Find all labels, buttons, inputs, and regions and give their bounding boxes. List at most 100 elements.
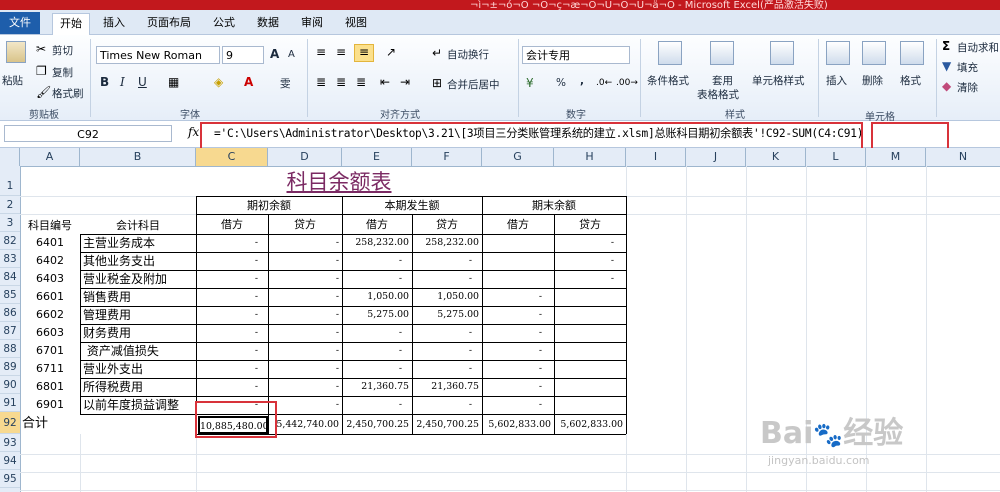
cell-account-code[interactable]: 6701 [20, 342, 80, 360]
cell-closing-debit[interactable] [482, 252, 554, 270]
cell-opening-debit[interactable]: - [196, 396, 268, 414]
cell-closing-credit[interactable]: - [554, 234, 626, 252]
header-account-name: 会计科目 [116, 219, 160, 232]
cell-opening-credit[interactable]: - [268, 252, 342, 270]
cell-opening-credit[interactable]: - [268, 306, 342, 324]
total-label[interactable]: 合计 [20, 414, 80, 434]
cell-account-name[interactable]: 以前年度损益调整 [80, 396, 210, 414]
cell-account-code[interactable]: 6901 [20, 396, 80, 414]
cell-closing-credit[interactable]: - [554, 270, 626, 288]
cell-opening-credit[interactable]: - [268, 270, 342, 288]
table-border [626, 196, 627, 434]
cell-current-credit[interactable]: - [412, 342, 482, 360]
cell-opening-debit[interactable]: - [196, 360, 268, 378]
cell-closing-debit[interactable]: - [482, 396, 554, 414]
cell-closing-credit[interactable] [554, 342, 626, 360]
watermark-url: jingyan.baidu.com [768, 454, 870, 467]
cell-account-name[interactable]: 营业税金及附加 [80, 270, 196, 288]
cell-closing-credit[interactable] [554, 396, 626, 414]
cell-current-debit[interactable]: - [342, 396, 412, 414]
cell-closing-credit[interactable] [554, 324, 626, 342]
cell-current-debit[interactable]: 21,360.75 [342, 378, 412, 396]
cell-opening-credit[interactable]: - [268, 378, 342, 396]
cell-account-code[interactable]: 6403 [20, 270, 80, 288]
total-current-credit[interactable]: 2,450,700.25 [412, 414, 482, 434]
cell-current-credit[interactable]: 5,275.00 [412, 306, 482, 324]
total-current-debit[interactable]: 2,450,700.25 [342, 414, 412, 434]
cell-account-code[interactable]: 6602 [20, 306, 80, 324]
cell-current-credit[interactable]: - [412, 270, 482, 288]
cell-closing-debit[interactable]: - [482, 360, 554, 378]
cell-closing-credit[interactable] [554, 360, 626, 378]
cell-current-debit[interactable]: 258,232.00 [342, 234, 412, 252]
cell-closing-debit[interactable] [482, 234, 554, 252]
active-cell-c92[interactable]: 10,885,480.00 [198, 416, 268, 434]
cell-account-name[interactable]: 销售费用 [80, 288, 196, 306]
cell-account-name[interactable]: 主营业务成本 [80, 234, 196, 252]
cell-account-name[interactable]: 管理费用 [80, 306, 196, 324]
cell-opening-credit[interactable]: - [268, 360, 342, 378]
cell-account-name[interactable]: 财务费用 [80, 324, 196, 342]
gridline [20, 472, 1000, 473]
header-debit: 借方 [507, 218, 529, 231]
cell-closing-debit[interactable]: - [482, 324, 554, 342]
cell-current-credit[interactable]: 1,050.00 [412, 288, 482, 306]
header-account-code: 科目编号 [28, 219, 72, 232]
cell-closing-debit[interactable] [482, 270, 554, 288]
cell-opening-debit[interactable]: - [196, 378, 268, 396]
cell-opening-credit[interactable]: - [268, 234, 342, 252]
total-opening-credit[interactable]: 5,442,740.00 [268, 414, 342, 434]
watermark-jingyan: 经验 [843, 416, 904, 451]
paw-icon: 🐾 [813, 421, 844, 449]
cell-account-code[interactable]: 6711 [20, 360, 80, 378]
cell-current-credit[interactable]: - [412, 252, 482, 270]
cell-account-name[interactable]: 所得税费用 [80, 378, 196, 396]
cell-current-debit[interactable]: 5,275.00 [342, 306, 412, 324]
cell-closing-debit[interactable]: - [482, 288, 554, 306]
cell-closing-debit[interactable]: - [482, 342, 554, 360]
cell-account-code[interactable]: 6601 [20, 288, 80, 306]
cell-current-debit[interactable]: 1,050.00 [342, 288, 412, 306]
total-closing-credit[interactable]: 5,602,833.00 [554, 414, 626, 434]
cell-opening-credit[interactable]: - [268, 342, 342, 360]
cell-opening-debit[interactable]: - [196, 252, 268, 270]
cell-account-code[interactable]: 6402 [20, 252, 80, 270]
cell-current-credit[interactable]: 258,232.00 [412, 234, 482, 252]
cell-account-name[interactable]: 资产减值损失 [80, 342, 196, 360]
header-credit: 贷方 [294, 218, 316, 231]
cell-current-debit[interactable]: - [342, 360, 412, 378]
cell-opening-credit[interactable]: - [268, 396, 342, 414]
cell-opening-credit[interactable]: - [268, 324, 342, 342]
cell-opening-debit[interactable]: - [196, 234, 268, 252]
cell-current-credit[interactable]: - [412, 324, 482, 342]
cell-opening-debit[interactable]: - [196, 324, 268, 342]
total-closing-debit[interactable]: 5,602,833.00 [482, 414, 554, 434]
header-credit: 贷方 [579, 218, 601, 231]
cell-account-code[interactable]: 6801 [20, 378, 80, 396]
cell-current-debit[interactable]: - [342, 252, 412, 270]
cell-opening-credit[interactable]: - [268, 288, 342, 306]
cell-closing-credit[interactable] [554, 378, 626, 396]
cell-current-credit[interactable]: - [412, 396, 482, 414]
cell-closing-credit[interactable]: - [554, 252, 626, 270]
cell-opening-debit[interactable]: - [196, 306, 268, 324]
gridline [80, 434, 81, 492]
cell-current-debit[interactable]: - [342, 324, 412, 342]
cell-closing-credit[interactable] [554, 288, 626, 306]
cell-account-code[interactable]: 6401 [20, 234, 80, 252]
cell-opening-debit[interactable]: - [196, 288, 268, 306]
cell-closing-debit[interactable]: - [482, 306, 554, 324]
cell-current-credit[interactable]: 21,360.75 [412, 378, 482, 396]
header-debit: 借方 [221, 218, 243, 231]
cell-account-code[interactable]: 6603 [20, 324, 80, 342]
cell-account-name[interactable]: 营业外支出 [80, 360, 196, 378]
watermark-brand: Bai [760, 416, 814, 451]
cell-closing-credit[interactable] [554, 306, 626, 324]
cell-current-credit[interactable]: - [412, 360, 482, 378]
cell-current-debit[interactable]: - [342, 342, 412, 360]
cell-opening-debit[interactable]: - [196, 270, 268, 288]
cell-current-debit[interactable]: - [342, 270, 412, 288]
cell-closing-debit[interactable]: - [482, 378, 554, 396]
cell-opening-debit[interactable]: - [196, 342, 268, 360]
cell-account-name[interactable]: 其他业务支出 [80, 252, 196, 270]
